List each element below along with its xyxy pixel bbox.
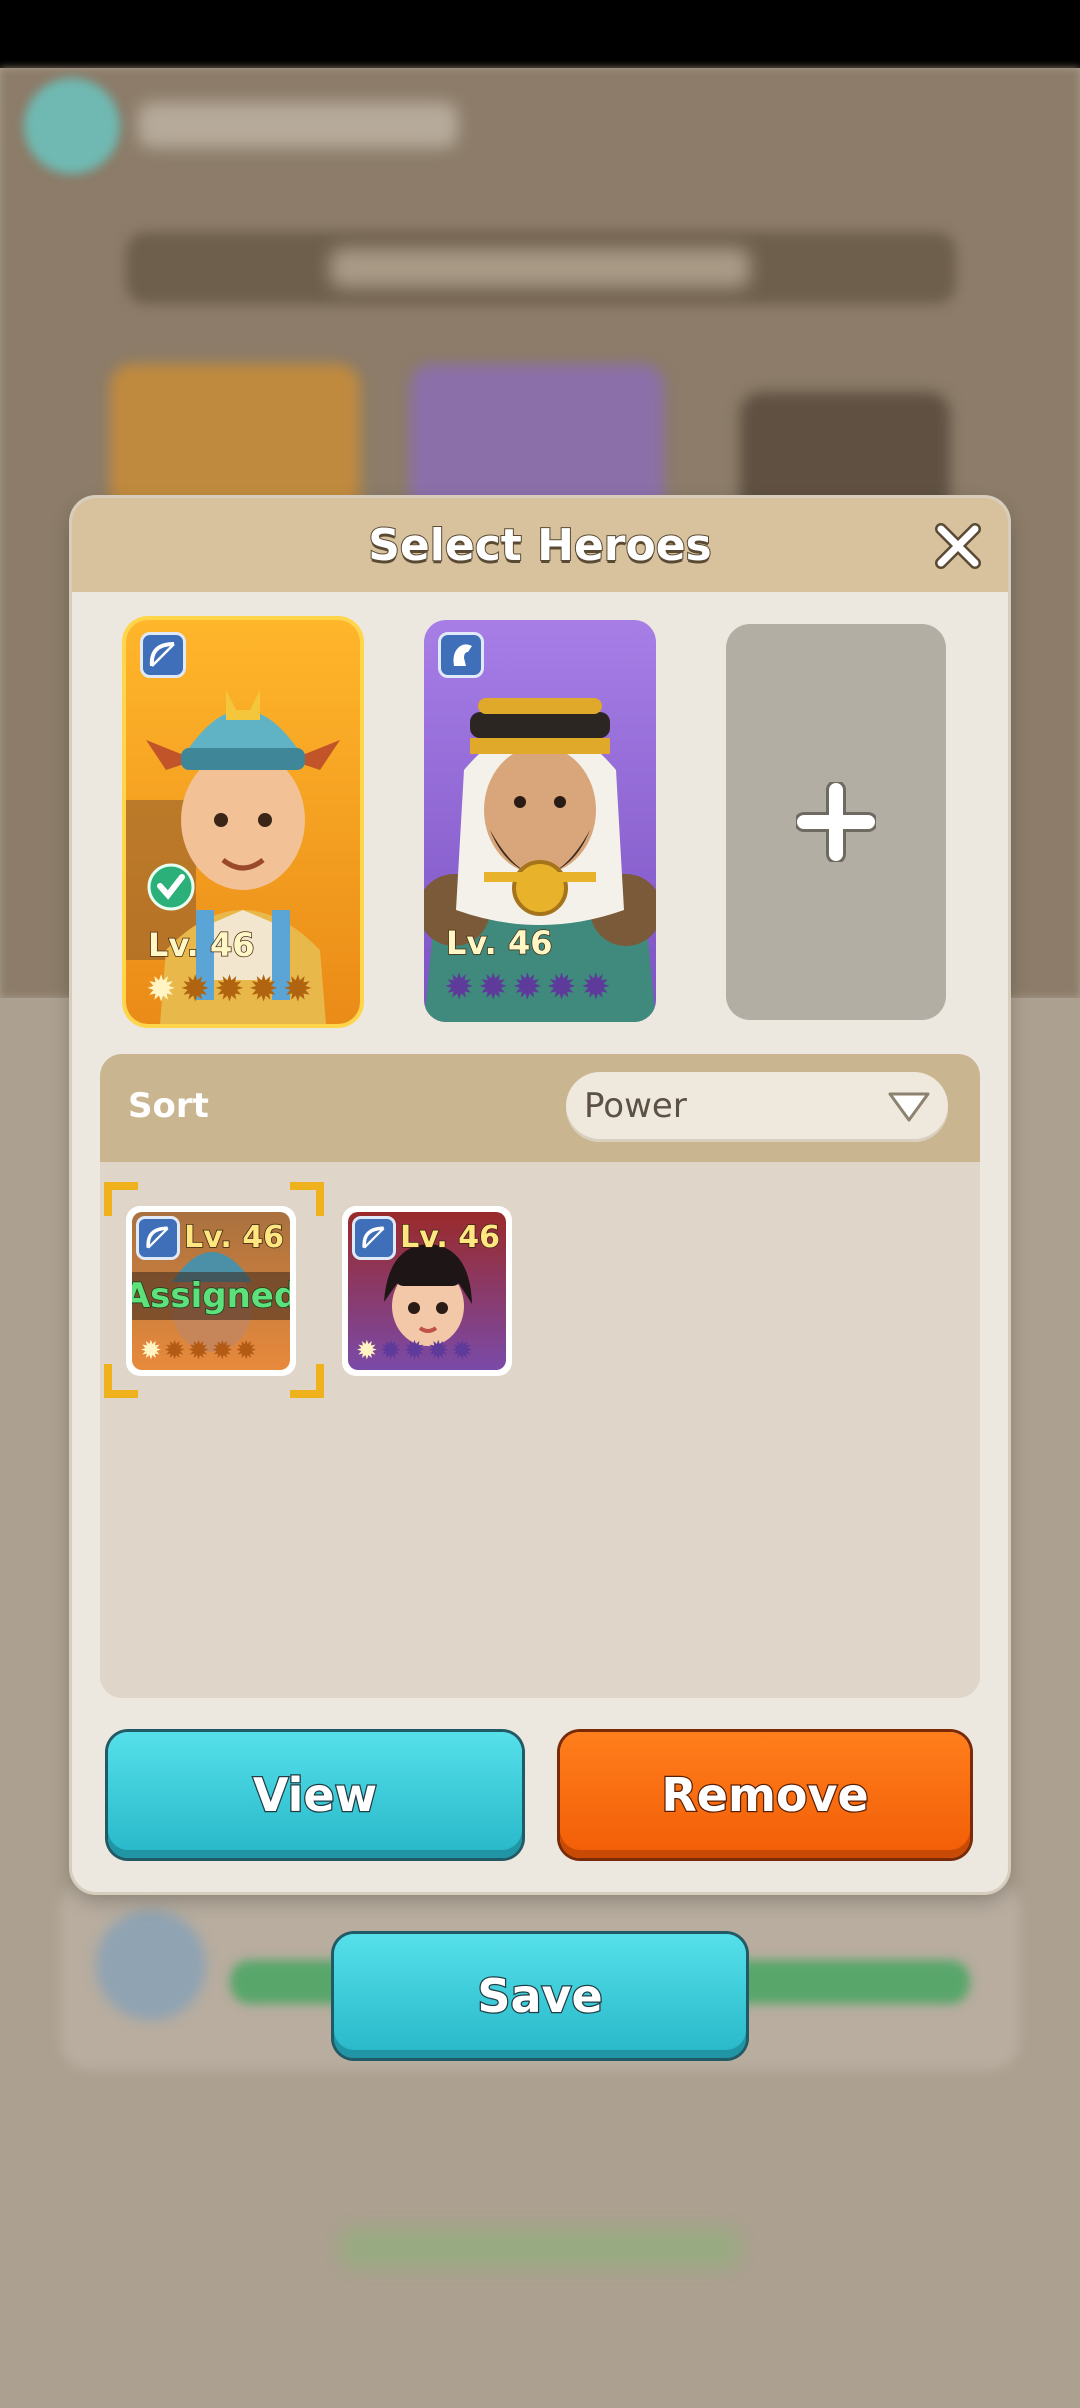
star-empty-icon: ✹ — [180, 969, 211, 1010]
add-hero-slot[interactable] — [726, 624, 946, 1020]
cavalry-class-badge — [438, 632, 484, 678]
selected-hero-card[interactable]: Lv. 46 ✹ ✹ ✹ ✹ ✹ — [126, 620, 360, 1024]
hero-thumbnail: Lv. 46 ✹ ✹ ✹ ✹ ✹ — [348, 1212, 506, 1370]
star-empty-icon: ✹ — [248, 969, 279, 1010]
hero-thumbnail: Lv. 46 Assigned ✹ ✹ ✹ ✹ ✹ — [132, 1212, 290, 1370]
star-empty-icon: ✹ — [163, 1336, 186, 1366]
assigned-status: Assigned — [132, 1272, 290, 1320]
star-empty-icon: ✹ — [546, 967, 577, 1008]
bow-icon — [146, 1226, 169, 1249]
plus-icon — [796, 782, 876, 862]
hero-level: Lv. 46 — [445, 923, 553, 963]
background-link — [340, 2228, 740, 2268]
chevron-down-icon[interactable] — [886, 1088, 932, 1124]
star-empty-icon: ✹ — [235, 1336, 257, 1366]
sort-label: Sort — [128, 1086, 209, 1126]
background-bar-text — [330, 248, 750, 288]
background-avatar — [96, 1910, 206, 2020]
star-empty-icon: ✹ — [512, 967, 543, 1008]
star-filled-icon: ✹ — [146, 969, 177, 1010]
star-filled-icon: ✹ — [140, 1336, 162, 1366]
bow-icon — [149, 642, 175, 667]
archer-class-badge — [352, 1216, 396, 1260]
hero-level: Lv. 46 — [183, 1219, 284, 1256]
star-empty-icon: ✹ — [451, 1336, 473, 1366]
hero-list-item[interactable]: Lv. 46 Assigned ✹ ✹ ✹ ✹ ✹ — [126, 1206, 296, 1376]
star-empty-icon: ✹ — [427, 1336, 450, 1366]
horse-icon — [453, 644, 472, 666]
star-empty-icon: ✹ — [211, 1336, 234, 1366]
star-empty-icon: ✹ — [187, 1336, 210, 1366]
star-filled-icon: ✹ — [356, 1336, 378, 1366]
archer-class-badge — [140, 632, 186, 678]
background-title — [138, 102, 458, 148]
status-bar — [0, 0, 1080, 68]
close-button[interactable] — [928, 516, 988, 576]
star-empty-icon: ✹ — [444, 967, 475, 1008]
background-avatar — [24, 78, 120, 174]
close-icon — [935, 523, 981, 569]
star-rating: ✹ ✹ ✹ ✹ ✹ — [356, 1336, 473, 1366]
hero-list-item[interactable]: Lv. 46 ✹ ✹ ✹ ✹ ✹ — [342, 1206, 512, 1376]
bow-icon — [362, 1226, 385, 1249]
star-rating: ✹ ✹ ✹ ✹ ✹ — [444, 968, 611, 1008]
frame-corner — [290, 1182, 324, 1216]
star-rating: ✹ ✹ ✹ ✹ ✹ — [140, 1336, 257, 1366]
archer-class-badge — [136, 1216, 180, 1260]
modal-title: Select Heroes — [367, 519, 713, 572]
star-empty-icon: ✹ — [478, 967, 509, 1008]
selected-hero-card[interactable]: Lv. 46 ✹ ✹ ✹ ✹ ✹ — [424, 620, 656, 1022]
frame-corner — [290, 1364, 324, 1398]
view-button[interactable]: View — [108, 1732, 522, 1858]
save-button[interactable]: Save — [334, 1934, 746, 2058]
star-empty-icon: ✹ — [282, 969, 313, 1010]
hero-level: Lv. 46 — [399, 1219, 500, 1256]
remove-button[interactable]: Remove — [560, 1732, 970, 1858]
star-empty-icon: ✹ — [403, 1336, 426, 1366]
star-empty-icon: ✹ — [214, 969, 245, 1010]
star-rating: ✹ ✹ ✹ ✹ ✹ — [146, 970, 313, 1010]
assigned-check-icon — [147, 863, 195, 911]
star-empty-icon: ✹ — [580, 967, 611, 1008]
hero-level: Lv. 46 — [147, 925, 255, 965]
sort-selected-value: Power — [584, 1086, 687, 1126]
star-empty-icon: ✹ — [379, 1336, 402, 1366]
